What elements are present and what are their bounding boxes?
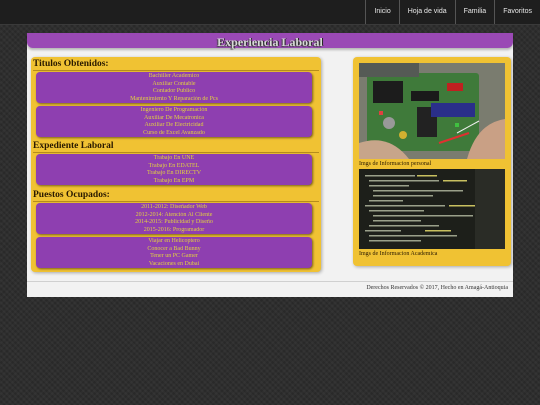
top-navbar: Inicio Hoja de vida Familia Favoritos: [0, 0, 540, 25]
list-item: Trabajo En UNE: [153, 155, 195, 161]
list-item: Trabajo En EDATEL: [148, 162, 200, 169]
images-panel: Imgs de Informacion personal Imgs de Inf…: [353, 57, 511, 266]
list-item: Vacaciones en Dubai: [148, 260, 200, 267]
list-item: Bachiller Academico: [148, 73, 200, 79]
page-title: Experiencia Laboral: [217, 35, 323, 49]
page-header: Experiencia Laboral: [27, 33, 513, 49]
list-item: Viajar en Helicoptero: [148, 238, 200, 244]
list-item: Mantenimiento Y Reparación de Pcs: [130, 95, 218, 102]
list-item: Trabajo En EPM: [153, 177, 195, 184]
nav-item-familia[interactable]: Familia: [454, 0, 495, 24]
experience-panel: Titulos Obtenidos: Bachiller Academico A…: [31, 57, 321, 272]
footer-divider: [27, 281, 513, 282]
list-item: Auxiliar De Electricidad: [144, 122, 204, 128]
caption-academica: Imgs de Informacion Academica: [359, 251, 438, 257]
puestos-box-1: 2011-2012: Diseñador Web 2012-2014: Aten…: [36, 203, 312, 234]
list-item: 2012-2014: Atención Al Cliente: [135, 211, 213, 218]
section-title-titulos: Titulos Obtenidos:: [33, 58, 319, 71]
section-title-puestos: Puestos Ocupados:: [33, 189, 319, 202]
list-item: Conocer a Bad Bunny: [147, 245, 201, 252]
section-title-expediente: Expediente Laboral: [33, 140, 319, 153]
list-item: Auxiliar De Mecatronica: [144, 114, 204, 121]
caption-personal: Imgs de Informacion personal: [359, 161, 432, 167]
circuit-board-icon: [359, 63, 505, 159]
list-item: Ingeniero De Programación: [140, 107, 208, 113]
list-item: Curso de Excel Avanzado: [143, 129, 205, 136]
nav-menu: Inicio Hoja de vida Familia Favoritos: [365, 0, 540, 24]
titulos-box-1: Bachiller Academico Auxiliar Contable Co…: [36, 72, 312, 103]
list-item: Tener un PC Gamer: [150, 253, 198, 259]
list-item: Auxiliar Contable: [152, 80, 196, 87]
expediente-box: Trabajo En UNE Trabajo En EDATEL Trabajo…: [36, 154, 312, 185]
list-item: Trabajo En DIRECTV: [146, 170, 202, 176]
nav-item-inicio[interactable]: Inicio: [365, 0, 398, 24]
list-item: 2015-2016: Programador: [143, 226, 205, 233]
nav-item-favoritos[interactable]: Favoritos: [494, 0, 540, 24]
list-item: 2014-2015: Publicidad y Diseño: [135, 219, 213, 225]
nav-item-hoja-de-vida[interactable]: Hoja de vida: [398, 0, 455, 24]
circuit-board-image[interactable]: [359, 63, 505, 159]
titulos-box-2: Ingeniero De Programación Auxiliar De Me…: [36, 106, 312, 137]
code-screen-icon: [359, 169, 505, 249]
puestos-box-2: Viajar en Helicoptero Conocer a Bad Bunn…: [36, 237, 312, 268]
list-item: Contador Publico: [152, 88, 196, 94]
code-screen-image[interactable]: [359, 169, 505, 249]
list-item: 2011-2012: Diseñador Web: [141, 204, 207, 210]
footer-copyright: Derechos Reservados © 2017, Hecho en Ama…: [366, 285, 508, 291]
main-container: Experiencia Laboral Titulos Obtenidos: B…: [27, 33, 513, 297]
